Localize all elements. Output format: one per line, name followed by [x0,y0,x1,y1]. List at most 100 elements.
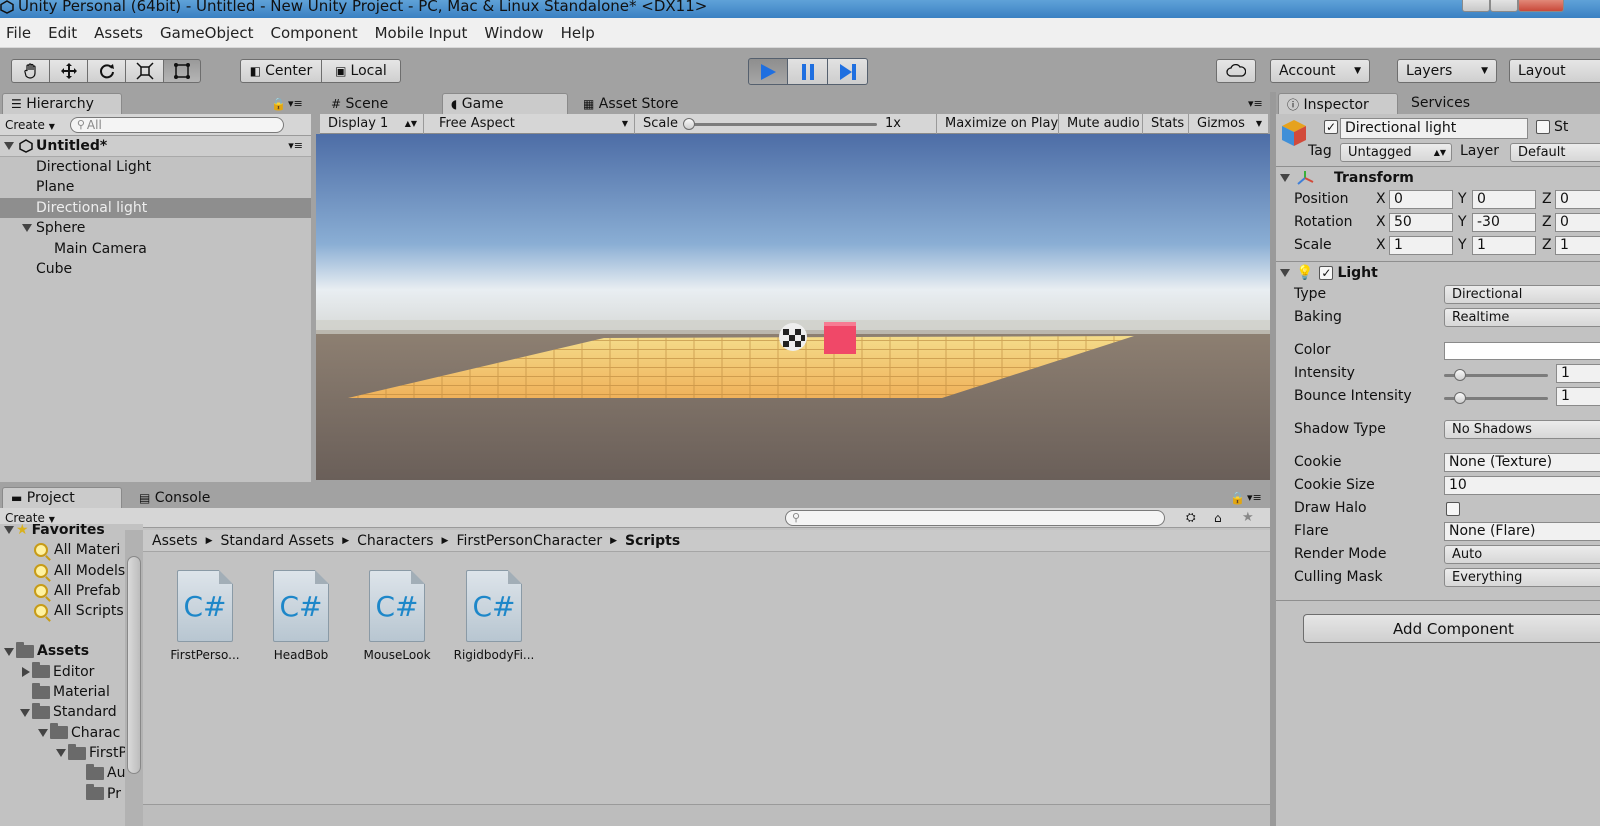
menu-help[interactable]: Help [561,24,595,42]
hierarchy-item[interactable]: Directional Light [0,157,311,178]
folder-item[interactable]: FirstP [0,743,143,763]
cloud-button[interactable] [1216,59,1256,83]
expand-arrow-icon[interactable] [4,526,14,535]
intensity-slider-knob[interactable] [1454,369,1466,381]
expand-arrow-icon[interactable] [38,728,48,737]
menu-component[interactable]: Component [271,24,358,42]
expand-arrow-icon[interactable] [1280,174,1290,182]
folder-item[interactable]: Pr [0,784,143,804]
hand-tool-button[interactable] [11,59,49,83]
scene-header[interactable]: Untitled* ▾≡ [0,136,311,157]
account-dropdown[interactable]: Account ▼ [1270,59,1370,83]
stats-toggle[interactable]: Stats [1143,114,1189,134]
baking-dropdown[interactable]: Realtime [1444,308,1600,327]
project-create-dropdown[interactable]: Create ▼ [0,511,60,525]
menu-mobile-input[interactable]: Mobile Input [375,24,468,42]
rotation-x-input[interactable]: 50 [1389,213,1453,232]
lock-icon[interactable]: 🔒 [1230,491,1245,505]
script-file[interactable]: C# RigidbodyFi... [453,570,535,662]
favorites-header[interactable]: ★ Favorites [0,524,143,540]
close-button[interactable] [1518,0,1564,12]
flare-field[interactable]: None (Flare) [1444,522,1600,541]
expand-arrow-icon[interactable] [4,647,14,656]
pivot-center-button[interactable]: ◧ Center [240,59,322,83]
script-file[interactable]: C# MouseLook [356,570,438,662]
tab-asset-store[interactable]: ▦ Asset Store [574,93,714,115]
hierarchy-item[interactable]: Sphere [0,218,311,239]
tab-project[interactable]: ▬ Project [2,487,122,509]
panel-splitter[interactable] [311,92,316,482]
breadcrumb-item[interactable]: Standard Assets [220,533,334,549]
tab-console[interactable]: ▤ Console [130,487,250,509]
menu-assets[interactable]: Assets [94,24,143,42]
cookie-field[interactable]: None (Texture) [1444,453,1600,472]
tab-scene[interactable]: # Scene [322,93,438,115]
move-tool-button[interactable] [49,59,87,83]
favorite-item[interactable]: All Scripts [0,601,143,621]
menu-gameobject[interactable]: GameObject [160,24,254,42]
tag-icon[interactable]: ⌂ [1214,511,1222,525]
scale-slider-knob[interactable] [683,118,695,130]
favorite-item[interactable]: All Prefab [0,581,143,601]
step-button[interactable] [828,58,868,85]
panel-splitter[interactable] [1270,92,1276,826]
layer-dropdown[interactable]: Default [1510,143,1600,162]
tab-hierarchy[interactable]: ☰ Hierarchy [2,93,122,115]
expand-arrow-icon[interactable] [56,749,66,758]
maximize-button[interactable] [1490,0,1518,12]
light-header[interactable]: 💡 ✓ Light [1280,265,1378,281]
assets-header[interactable]: Assets [0,641,143,661]
position-x-input[interactable]: 0 [1389,190,1453,209]
cookie-size-input[interactable]: 10 [1444,476,1600,495]
folder-item[interactable]: Material [0,682,143,702]
intensity-input[interactable]: 1 [1556,364,1600,383]
folder-item[interactable]: Au [0,763,143,783]
menu-edit[interactable]: Edit [48,24,77,42]
scale-y-input[interactable]: 1 [1472,236,1536,255]
maximize-on-play-toggle[interactable]: Maximize on Play [937,114,1059,134]
draw-halo-checkbox[interactable] [1446,502,1460,516]
hierarchy-item-selected[interactable]: Directional light [0,197,311,218]
panel-menu-icon[interactable]: ▾≡ [288,97,303,110]
color-swatch[interactable] [1444,342,1600,360]
shadow-type-dropdown[interactable]: No Shadows [1444,420,1600,439]
star-icon[interactable]: ★ [1242,510,1254,525]
filter-type-icon[interactable]: ⛭ [1186,510,1196,525]
breadcrumb-item[interactable]: FirstPersonCharacter [456,533,602,549]
panel-menu-icon[interactable]: ▾≡ [1248,97,1263,110]
panel-menu-icon[interactable]: ▾≡ [1247,491,1262,504]
hierarchy-item[interactable]: Plane [0,177,311,198]
expand-arrow-icon[interactable] [1280,269,1290,277]
game-viewport[interactable] [316,134,1270,480]
hierarchy-item[interactable]: Cube [0,259,311,280]
tab-inspector[interactable]: ⓘ Inspector [1278,93,1398,115]
object-name-input[interactable]: Directional light [1340,118,1528,139]
script-file[interactable]: C# FirstPerso... [164,570,246,662]
tag-dropdown[interactable]: Untagged ▲▼ [1340,143,1452,162]
expand-arrow-icon[interactable] [20,708,30,717]
transform-header[interactable]: Transform [1280,170,1414,186]
favorite-item[interactable]: All Materi [0,540,143,560]
collapse-arrow-icon[interactable] [22,666,30,677]
add-component-button[interactable]: Add Component [1303,614,1600,643]
favorite-item[interactable]: All Models [0,561,143,581]
minimize-button[interactable] [1462,0,1490,12]
menu-window[interactable]: Window [484,24,543,42]
expand-arrow-icon[interactable] [4,141,14,150]
mute-audio-toggle[interactable]: Mute audio [1059,114,1143,134]
display-dropdown[interactable]: Display 1 ▲▼ [320,114,424,134]
folder-item[interactable]: Standard [0,702,143,722]
layers-dropdown[interactable]: Layers ▼ [1397,59,1497,83]
breadcrumb-item[interactable]: Characters [357,533,433,549]
light-type-dropdown[interactable]: Directional [1444,285,1600,304]
breadcrumb-item[interactable]: Assets [152,533,198,549]
active-checkbox[interactable]: ✓ [1324,120,1338,134]
hierarchy-create-dropdown[interactable]: Create ▼ [0,118,60,132]
hierarchy-search-input[interactable]: ⚲ All [69,116,284,133]
rotation-z-input[interactable]: 0 [1555,213,1600,232]
scale-slider-track[interactable] [687,123,877,126]
rotation-y-input[interactable]: -30 [1472,213,1536,232]
gizmos-dropdown[interactable]: Gizmos ▼ [1189,114,1268,134]
lock-icon[interactable]: 🔒 [271,97,286,111]
tab-services[interactable]: Services [1402,92,1502,114]
